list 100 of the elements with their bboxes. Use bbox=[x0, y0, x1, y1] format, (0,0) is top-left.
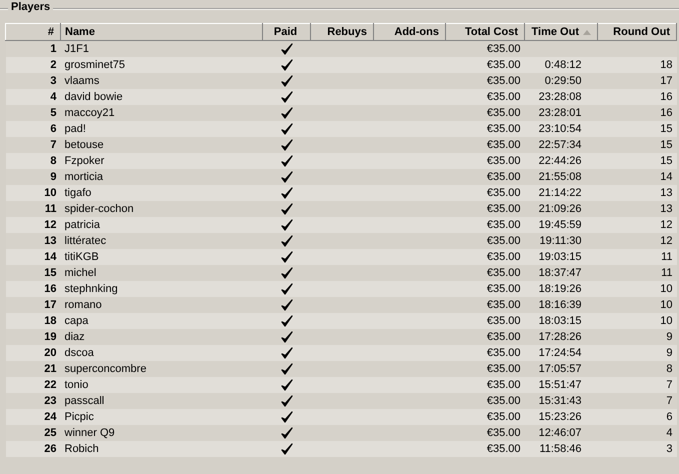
rank-cell: 1 bbox=[6, 40, 60, 57]
round-out-cell: 16 bbox=[660, 91, 672, 103]
name-cell: maccoy21 bbox=[60, 105, 262, 121]
total-cost-cell: €35.00 bbox=[446, 40, 524, 57]
total-cost-cell: €35.00 bbox=[446, 217, 524, 233]
time-out-cell-text: 19:11:30 bbox=[539, 235, 582, 247]
rank-cell: 9 bbox=[6, 169, 60, 185]
round-out-cell: 9 bbox=[666, 347, 672, 359]
round-out-cell: 7 bbox=[666, 395, 672, 407]
rank-cell: 13 bbox=[6, 233, 60, 249]
rank-cell: 16 bbox=[6, 281, 60, 297]
rank-cell: 12 bbox=[6, 217, 60, 233]
column-header[interactable]: Round Out bbox=[598, 24, 676, 40]
column-header[interactable]: Add-ons bbox=[374, 24, 446, 40]
name-cell: betouse bbox=[60, 137, 262, 153]
column-header[interactable]: Name bbox=[60, 24, 262, 40]
rank-cell: 23 bbox=[6, 393, 60, 409]
round-out-cell: 13 bbox=[660, 203, 672, 215]
round-out-cell: 6 bbox=[666, 411, 672, 423]
column-header[interactable]: Paid bbox=[262, 24, 310, 40]
time-out-cell-text: 23:28:08 bbox=[538, 91, 582, 103]
time-out-cell-text: 15:23:26 bbox=[538, 411, 582, 423]
round-out-cell: 12 bbox=[660, 219, 672, 231]
round-out-cell: 14 bbox=[660, 171, 672, 183]
rank-cell: 10 bbox=[6, 185, 60, 201]
total-cost-cell: €35.00 bbox=[446, 441, 524, 457]
name-cell: diaz bbox=[60, 329, 262, 345]
rank-cell: 6 bbox=[6, 121, 60, 137]
rank-cell: 3 bbox=[6, 73, 60, 89]
rank-cell: 18 bbox=[6, 313, 60, 329]
rank-cell: 15 bbox=[6, 265, 60, 281]
time-out-cell-text: 19:45:59 bbox=[538, 219, 582, 231]
name-cell: winner Q9 bbox=[60, 425, 262, 441]
round-out-cell: 10 bbox=[660, 283, 672, 295]
time-out-cell-text: 12:46:07 bbox=[538, 427, 582, 439]
total-cost-cell: €35.00 bbox=[446, 105, 524, 121]
total-cost-cell: €35.00 bbox=[446, 137, 524, 153]
time-out-cell-text: 21:14:22 bbox=[538, 187, 582, 199]
round-out-cell: 3 bbox=[666, 443, 672, 455]
total-cost-cell: €35.00 bbox=[446, 265, 524, 281]
name-cell: Robich bbox=[60, 441, 262, 457]
total-cost-cell: €35.00 bbox=[446, 249, 524, 265]
total-cost-cell: €35.00 bbox=[446, 313, 524, 329]
total-cost-cell: €35.00 bbox=[446, 281, 524, 297]
time-out-cell-text: 23:10:54 bbox=[538, 123, 582, 135]
name-cell: romano bbox=[60, 297, 262, 313]
time-out-cell-text: 17:24:54 bbox=[538, 347, 582, 359]
round-out-cell: 16 bbox=[660, 107, 672, 119]
total-cost-cell: €35.00 bbox=[446, 153, 524, 169]
total-cost-cell: €35.00 bbox=[446, 393, 524, 409]
time-out-cell-text: 22:57:34 bbox=[538, 139, 582, 151]
column-header[interactable]: Total Cost bbox=[446, 24, 524, 40]
time-out-cell-text: 19:03:15 bbox=[538, 251, 582, 263]
name-cell: patricia bbox=[60, 217, 262, 233]
round-out-cell: 15 bbox=[660, 123, 672, 135]
rank-cell: 19 bbox=[6, 329, 60, 345]
rank-cell: 17 bbox=[6, 297, 60, 313]
time-out-cell-text: 17:05:57 bbox=[538, 363, 582, 375]
time-out-cell-text: 18:03:15 bbox=[538, 315, 582, 327]
total-cost-cell: €35.00 bbox=[446, 57, 524, 73]
total-cost-cell: €35.00 bbox=[446, 201, 524, 217]
time-out-cell-text: 0:29:50 bbox=[544, 75, 582, 87]
column-header[interactable]: Time Out bbox=[524, 24, 598, 40]
total-cost-cell: €35.00 bbox=[446, 73, 524, 89]
group-title: Players bbox=[8, 1, 54, 13]
round-out-cell: 13 bbox=[660, 187, 672, 199]
sort-arrow-icon bbox=[583, 29, 591, 36]
name-cell: pad! bbox=[60, 121, 262, 137]
time-out-cell-text: 11:58:46 bbox=[539, 443, 582, 455]
total-cost-cell: €35.00 bbox=[446, 89, 524, 105]
time-out-cell-text: 23:28:01 bbox=[538, 107, 582, 119]
name-cell: grosminet75 bbox=[60, 57, 262, 73]
round-out-cell: 7 bbox=[666, 379, 672, 391]
rank-cell: 22 bbox=[6, 377, 60, 393]
total-cost-cell: €35.00 bbox=[446, 169, 524, 185]
name-cell: tonio bbox=[60, 377, 262, 393]
column-header[interactable]: # bbox=[6, 24, 60, 40]
rank-cell: 20 bbox=[6, 345, 60, 361]
round-out-cell: 10 bbox=[660, 315, 672, 327]
time-out-cell-text: 18:16:39 bbox=[538, 299, 582, 311]
time-out-cell-text: 18:19:26 bbox=[538, 283, 582, 295]
name-cell: Picpic bbox=[60, 409, 262, 425]
name-cell: michel bbox=[60, 265, 262, 281]
total-cost-cell: €35.00 bbox=[446, 377, 524, 393]
total-cost-cell: €35.00 bbox=[446, 297, 524, 313]
column-header[interactable]: Rebuys bbox=[310, 24, 374, 40]
name-cell: J1F1 bbox=[60, 40, 262, 57]
time-out-cell-text: 18:37:47 bbox=[538, 267, 582, 279]
round-out-cell: 15 bbox=[660, 139, 672, 151]
round-out-cell: 18 bbox=[660, 59, 672, 71]
time-out-cell-text: 0:48:12 bbox=[544, 59, 582, 71]
rank-cell: 2 bbox=[6, 57, 60, 73]
rank-cell: 11 bbox=[6, 201, 60, 217]
round-out-cell: 9 bbox=[666, 331, 672, 343]
name-cell: vlaams bbox=[60, 73, 262, 89]
rank-cell: 4 bbox=[6, 89, 60, 105]
round-out-cell: 10 bbox=[660, 299, 672, 311]
total-cost-cell: €35.00 bbox=[446, 345, 524, 361]
total-cost-cell: €35.00 bbox=[446, 425, 524, 441]
time-out-cell-text: 21:55:08 bbox=[538, 171, 582, 183]
